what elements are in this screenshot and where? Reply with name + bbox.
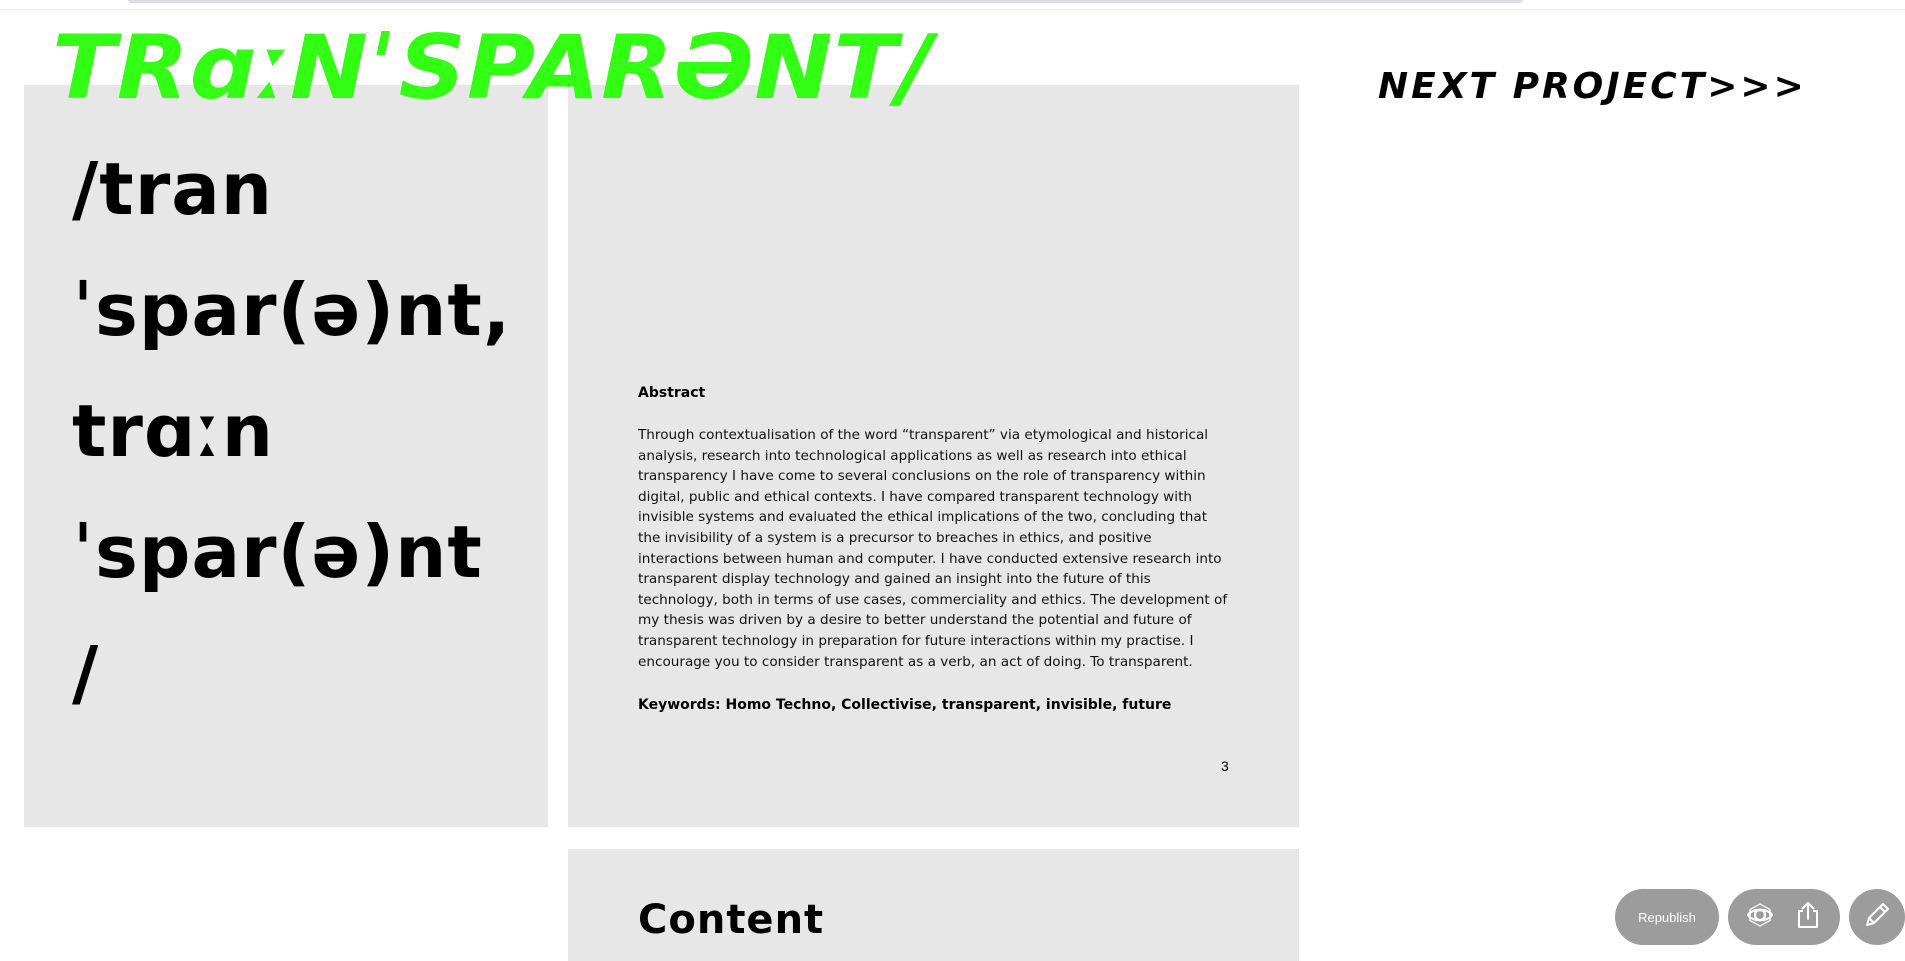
edit-button[interactable] [1849, 889, 1905, 945]
top-scroll-indicator [128, 0, 1523, 3]
pencil-icon [1862, 900, 1892, 934]
abstract-body: Through contextualisation of the word “t… [638, 427, 1228, 670]
next-project-link[interactable]: NEXT PROJECT>>> [1378, 66, 1807, 107]
phonetic-panel: /tran ˈspar(ə)nt, trɑːn ˈspar(ə)nt / [24, 85, 548, 827]
view-share-button-group [1728, 889, 1840, 945]
project-title: TRɑːNˈSPARƏNT/ [52, 16, 934, 119]
abstract-page: Abstract Through contextualisation of th… [568, 85, 1299, 827]
eye-icon [1745, 900, 1775, 934]
phonetic-line: ˈspar(ə)nt [72, 510, 483, 594]
phonetic-line: / [72, 631, 100, 715]
page-number: 3 [1221, 758, 1229, 774]
content-page: Content [568, 849, 1299, 961]
preview-button[interactable] [1740, 897, 1780, 937]
phonetic-line: ˈspar(ə)nt, [72, 268, 512, 352]
phonetic-transcription: /tran ˈspar(ə)nt, trɑːn ˈspar(ə)nt / [72, 129, 511, 734]
phonetic-line: trɑːn [72, 389, 274, 473]
abstract-heading: Abstract [638, 385, 706, 401]
header-divider [0, 9, 1905, 10]
content-heading: Content [638, 897, 825, 943]
phonetic-line: /tran [72, 147, 274, 231]
share-icon [1794, 900, 1822, 934]
republish-button[interactable]: Republish [1615, 889, 1719, 945]
share-button[interactable] [1788, 897, 1828, 937]
keywords-line: Keywords: Homo Techno, Collectivise, tra… [638, 697, 1172, 713]
